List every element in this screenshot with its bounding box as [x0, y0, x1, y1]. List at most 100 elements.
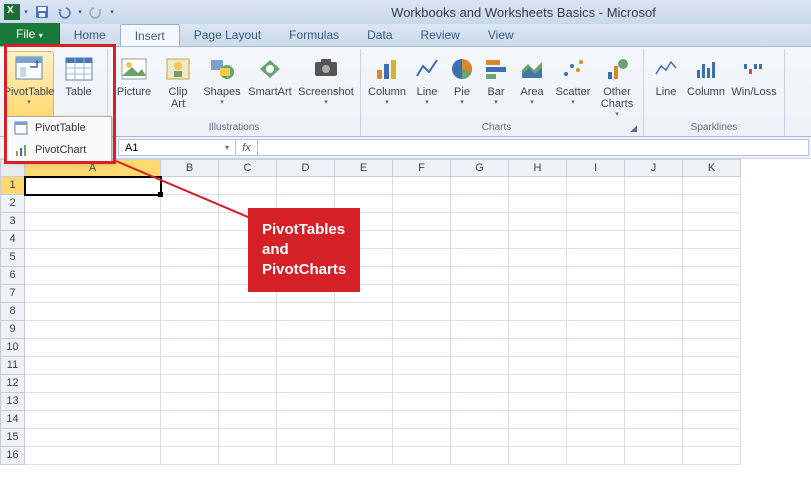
cell[interactable] — [277, 393, 335, 411]
cell[interactable] — [161, 429, 219, 447]
cell[interactable] — [25, 357, 161, 375]
cell[interactable] — [683, 411, 741, 429]
cell[interactable] — [683, 357, 741, 375]
cell[interactable] — [277, 411, 335, 429]
cell[interactable] — [277, 429, 335, 447]
cell[interactable] — [509, 285, 567, 303]
cell[interactable] — [451, 303, 509, 321]
chart-area-button[interactable]: Area▾ — [513, 51, 551, 119]
undo-button[interactable] — [54, 2, 74, 22]
cell[interactable] — [683, 375, 741, 393]
cell[interactable] — [451, 231, 509, 249]
cell[interactable] — [451, 411, 509, 429]
cell[interactable] — [393, 231, 451, 249]
cell[interactable] — [25, 249, 161, 267]
cell[interactable] — [277, 339, 335, 357]
cell[interactable] — [277, 177, 335, 195]
column-header[interactable]: I — [567, 159, 625, 177]
cell[interactable] — [509, 195, 567, 213]
cell[interactable] — [567, 375, 625, 393]
column-header[interactable]: J — [625, 159, 683, 177]
cell[interactable] — [335, 375, 393, 393]
cell[interactable] — [625, 339, 683, 357]
cell[interactable] — [335, 177, 393, 195]
cell[interactable] — [219, 429, 277, 447]
sparkline-line-button[interactable]: Line — [648, 51, 684, 119]
column-header[interactable]: C — [219, 159, 277, 177]
cell[interactable] — [625, 357, 683, 375]
row-header[interactable]: 15 — [0, 429, 25, 447]
cell[interactable] — [451, 339, 509, 357]
tab-data[interactable]: Data — [353, 24, 406, 46]
cell[interactable] — [161, 375, 219, 393]
cell[interactable] — [335, 447, 393, 465]
cell[interactable] — [451, 177, 509, 195]
cell[interactable] — [451, 285, 509, 303]
cell[interactable] — [451, 213, 509, 231]
row-header[interactable]: 4 — [0, 231, 25, 249]
row-header[interactable]: 1 — [0, 177, 25, 195]
cell[interactable] — [625, 249, 683, 267]
cell[interactable] — [567, 231, 625, 249]
cell[interactable] — [567, 213, 625, 231]
cell[interactable] — [161, 411, 219, 429]
cell[interactable] — [683, 429, 741, 447]
spreadsheet-grid[interactable]: ABCDEFGHIJK 12345678910111213141516 — [0, 159, 811, 465]
cell[interactable] — [451, 393, 509, 411]
cell[interactable] — [625, 447, 683, 465]
row-header[interactable]: 7 — [0, 285, 25, 303]
cell[interactable] — [161, 267, 219, 285]
clipart-button[interactable]: Clip Art — [156, 51, 200, 119]
cell[interactable] — [335, 411, 393, 429]
cell[interactable] — [161, 177, 219, 195]
cell[interactable] — [393, 447, 451, 465]
cell[interactable] — [277, 357, 335, 375]
cell[interactable] — [335, 393, 393, 411]
cell[interactable] — [393, 321, 451, 339]
cell[interactable] — [393, 375, 451, 393]
chart-line-button[interactable]: Line▾ — [409, 51, 445, 119]
tab-home[interactable]: Home — [60, 24, 120, 46]
cell[interactable] — [509, 429, 567, 447]
sparkline-winloss-button[interactable]: Win/Loss — [728, 51, 780, 119]
row-header[interactable]: 6 — [0, 267, 25, 285]
cell[interactable] — [567, 267, 625, 285]
column-header[interactable]: K — [683, 159, 741, 177]
cell[interactable] — [161, 339, 219, 357]
cell[interactable] — [219, 321, 277, 339]
cell[interactable] — [451, 429, 509, 447]
cell[interactable] — [277, 375, 335, 393]
cell[interactable] — [567, 195, 625, 213]
cell[interactable] — [219, 375, 277, 393]
row-header[interactable]: 16 — [0, 447, 25, 465]
cell[interactable] — [451, 321, 509, 339]
cell[interactable] — [567, 285, 625, 303]
tab-view[interactable]: View — [474, 24, 528, 46]
cell[interactable] — [161, 249, 219, 267]
cell[interactable] — [335, 321, 393, 339]
row-header[interactable]: 13 — [0, 393, 25, 411]
cell[interactable] — [683, 339, 741, 357]
fx-button[interactable]: fx — [236, 139, 258, 156]
cell[interactable] — [625, 303, 683, 321]
chart-scatter-button[interactable]: Scatter▾ — [551, 51, 595, 119]
cell[interactable] — [25, 303, 161, 321]
table-button[interactable]: Table — [54, 51, 103, 119]
sparkline-column-button[interactable]: Column — [684, 51, 728, 119]
cell[interactable] — [335, 429, 393, 447]
cell[interactable] — [219, 393, 277, 411]
cell[interactable] — [509, 231, 567, 249]
cell[interactable] — [451, 249, 509, 267]
cell[interactable] — [25, 195, 161, 213]
pivottable-button[interactable]: PivotTable ▾ — [4, 51, 54, 119]
cell[interactable] — [509, 411, 567, 429]
cell[interactable] — [567, 303, 625, 321]
cell[interactable] — [161, 195, 219, 213]
column-header[interactable]: H — [509, 159, 567, 177]
cell[interactable] — [509, 303, 567, 321]
name-box[interactable]: A1 ▾ — [118, 139, 236, 156]
cell[interactable] — [625, 195, 683, 213]
cell[interactable] — [161, 303, 219, 321]
cell[interactable] — [393, 303, 451, 321]
cell[interactable] — [393, 249, 451, 267]
